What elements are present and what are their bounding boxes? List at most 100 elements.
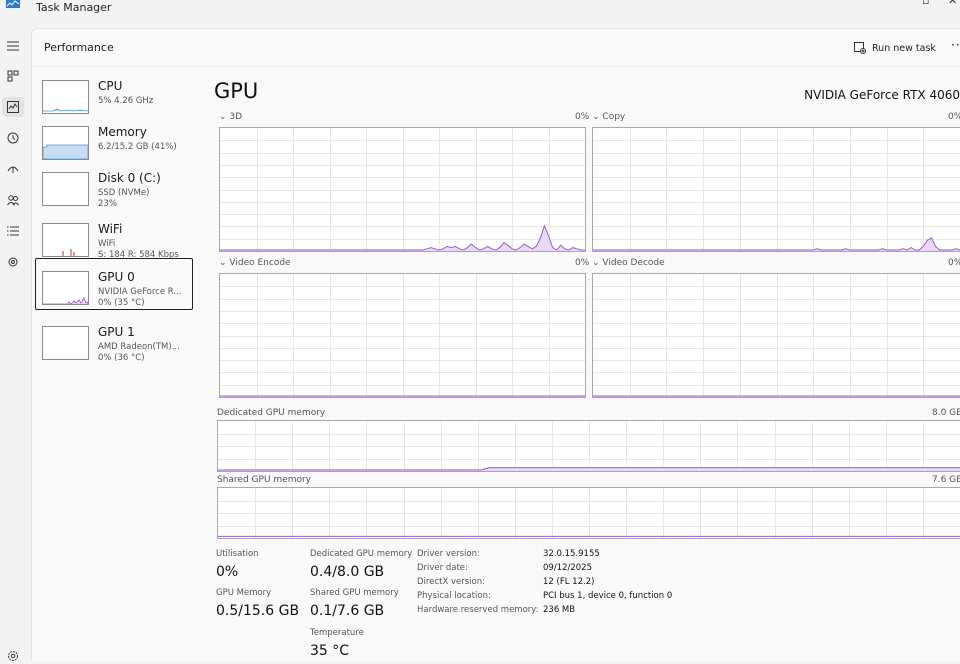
gpu-0-sub2: 0% (35 °C) bbox=[98, 298, 145, 308]
main-panel: Performance Run new task ··· CPU 5% 4.26… bbox=[31, 28, 960, 661]
shared-stat-label: Shared GPU memory bbox=[310, 588, 399, 598]
driver-date-value: 09/12/2025 bbox=[543, 563, 592, 573]
engine-copy-label[interactable]: ⌄ Copy bbox=[592, 112, 625, 122]
cpu-thumbnail bbox=[42, 80, 89, 114]
directx-version-value: 12 (FL 12.2) bbox=[543, 577, 595, 587]
engine-3d-name: 3D bbox=[229, 112, 243, 122]
graph-copy-svg bbox=[593, 128, 960, 251]
gpu-0-thumbnail bbox=[42, 271, 89, 305]
memory-sub1: 6.2/15.2 GB (41%) bbox=[98, 142, 177, 152]
cpu-sub1: 5% 4.26 GHz bbox=[98, 96, 154, 106]
graph-video-decode bbox=[592, 273, 960, 398]
gpu-1-sub1: AMD Radeon(TM)... bbox=[98, 342, 180, 352]
physical-location-label: Physical location: bbox=[417, 591, 491, 601]
sidebar-item-wifi[interactable]: WiFi WiFi S: 184 R: 584 Kbps bbox=[35, 210, 193, 262]
hardware-reserved-memory-value: 236 MB bbox=[543, 605, 576, 615]
utilisation-label: Utilisation bbox=[216, 549, 259, 559]
directx-version-label: DirectX version: bbox=[417, 577, 485, 587]
engine-3d-value: 0% bbox=[575, 112, 590, 122]
window-title: Task Manager bbox=[36, 1, 112, 14]
gpu-0-sub1: NVIDIA GeForce R... bbox=[98, 287, 182, 297]
engine-video-encode-label[interactable]: ⌄ Video Encode bbox=[219, 258, 291, 268]
series-line-3d bbox=[220, 224, 585, 251]
disk-sub2: 23% bbox=[98, 199, 117, 209]
physical-location-value: PCI bus 1, device 0, function 0 bbox=[543, 591, 673, 601]
run-new-task-button[interactable]: Run new task bbox=[854, 38, 936, 58]
engine-3d-label[interactable]: ⌄ 3D bbox=[219, 112, 242, 122]
dedicated-stat-label: Dedicated GPU memory bbox=[310, 549, 413, 559]
disk-sub1: SSD (NVMe) bbox=[98, 188, 150, 198]
title-bar: Task Manager ▫ ✕ bbox=[0, 0, 960, 20]
gpu-memory-value: 0.5/15.6 GB bbox=[216, 603, 300, 619]
disk-thumbnail bbox=[42, 172, 89, 206]
engine-video-decode-value: 0% bbox=[948, 258, 960, 268]
sidebar-item-gpu-0[interactable]: GPU 0 NVIDIA GeForce R... 0% (35 °C) bbox=[35, 258, 193, 310]
run-task-icon bbox=[854, 42, 866, 54]
graph-3d bbox=[219, 127, 586, 252]
sidebar-item-memory[interactable]: Memory 6.2/15.2 GB (41%) bbox=[35, 113, 193, 165]
graph-dedicated-memory bbox=[217, 420, 960, 472]
graph-shared-memory bbox=[217, 487, 960, 539]
temperature-label: Temperature bbox=[310, 628, 364, 638]
navigation-rail bbox=[0, 20, 31, 661]
shared-memory-max: 7.6 GB bbox=[932, 475, 960, 485]
hardware-reserved-memory-label: Hardware reserved memory: bbox=[417, 605, 539, 615]
driver-version-label: Driver version: bbox=[417, 549, 480, 559]
shared-memory-label: Shared GPU memory bbox=[217, 475, 311, 485]
close-icon[interactable]: ✕ bbox=[948, 0, 957, 7]
engine-video-encode-value: 0% bbox=[575, 258, 590, 268]
gpu-1-sub2: 0% (36 °C) bbox=[98, 353, 145, 363]
sidebar-item-disk-0[interactable]: Disk 0 (C:) SSD (NVMe) 23% bbox=[35, 159, 193, 211]
graph-shared-memory-svg bbox=[218, 488, 960, 538]
utilisation-value: 0% bbox=[216, 564, 239, 580]
wifi-thumbnail bbox=[42, 223, 89, 257]
gpu-device-name: NVIDIA GeForce RTX 4060 bbox=[804, 88, 960, 102]
app-history-icon[interactable] bbox=[5, 130, 21, 146]
engine-video-encode-name: Video Encode bbox=[229, 258, 291, 268]
gpu-0-name: GPU 0 bbox=[98, 270, 135, 284]
engine-video-decode-label[interactable]: ⌄ Video Decode bbox=[592, 258, 665, 268]
wifi-sub1: WiFi bbox=[98, 239, 116, 249]
wifi-name: WiFi bbox=[98, 222, 123, 236]
graph-video-encode bbox=[219, 273, 586, 398]
details-icon[interactable] bbox=[5, 223, 21, 239]
dedicated-memory-max: 8.0 GB bbox=[932, 408, 960, 418]
gpu-heading: GPU bbox=[214, 79, 259, 103]
shared-stat-value: 0.1/7.6 GB bbox=[310, 603, 385, 619]
performance-icon[interactable] bbox=[2, 97, 24, 117]
services-icon[interactable] bbox=[5, 254, 21, 270]
graph-video-decode-svg bbox=[593, 274, 960, 397]
driver-version-value: 32.0.15.9155 bbox=[543, 549, 600, 559]
more-options-button[interactable]: ··· bbox=[951, 38, 960, 52]
task-manager-icon bbox=[6, 0, 20, 8]
graph-video-encode-svg bbox=[220, 274, 585, 397]
engine-copy-name: Copy bbox=[602, 112, 626, 122]
engine-video-decode-name: Video Decode bbox=[602, 258, 665, 268]
driver-date-label: Driver date: bbox=[417, 563, 468, 573]
hamburger-menu-icon[interactable] bbox=[5, 38, 21, 54]
run-new-task-label: Run new task bbox=[872, 42, 936, 54]
page-header: Performance Run new task ··· bbox=[32, 29, 960, 67]
graph-3d-svg bbox=[220, 128, 585, 251]
graph-dedicated-memory-svg bbox=[218, 421, 960, 471]
gpu-1-thumbnail bbox=[42, 326, 89, 360]
gpu-1-name: GPU 1 bbox=[98, 325, 135, 339]
dedicated-stat-value: 0.4/8.0 GB bbox=[310, 564, 385, 580]
settings-icon[interactable] bbox=[5, 648, 21, 664]
users-icon[interactable] bbox=[5, 192, 21, 208]
memory-thumbnail bbox=[42, 126, 89, 160]
cpu-name: CPU bbox=[98, 79, 123, 93]
sidebar-item-cpu[interactable]: CPU 5% 4.26 GHz bbox=[35, 67, 193, 119]
gpu-memory-label: GPU Memory bbox=[216, 588, 272, 598]
disk-name: Disk 0 (C:) bbox=[98, 171, 161, 185]
processes-icon[interactable] bbox=[5, 68, 21, 84]
restore-icon[interactable]: ▫ bbox=[922, 0, 929, 7]
memory-name: Memory bbox=[98, 125, 147, 139]
sidebar-item-gpu-1[interactable]: GPU 1 AMD Radeon(TM)... 0% (36 °C) bbox=[35, 313, 193, 365]
graph-copy bbox=[592, 127, 960, 252]
startup-apps-icon[interactable] bbox=[5, 161, 21, 177]
temperature-value: 35 °C bbox=[310, 643, 350, 659]
page-title: Performance bbox=[44, 41, 114, 54]
dedicated-memory-label: Dedicated GPU memory bbox=[217, 408, 326, 418]
engine-copy-value: 0% bbox=[948, 112, 960, 122]
